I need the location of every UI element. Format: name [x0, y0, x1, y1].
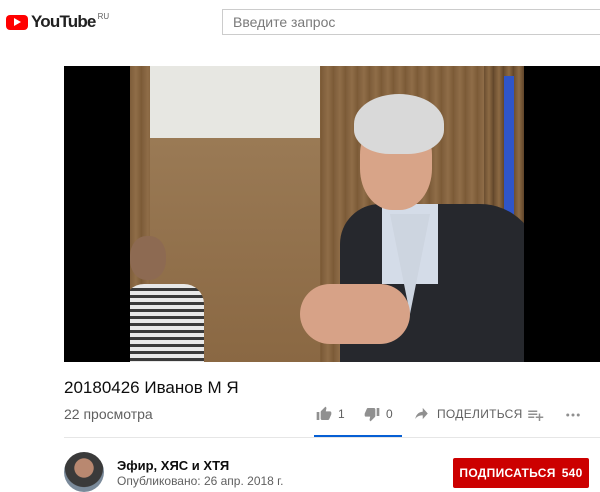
logo-region: RU: [97, 11, 110, 21]
share-button[interactable]: ПОДЕЛИТЬСЯ: [414, 406, 523, 421]
add-to-playlist-icon: [528, 410, 544, 421]
channel-avatar[interactable]: [64, 452, 104, 492]
divider: [64, 437, 600, 438]
add-to-playlist-button[interactable]: [526, 406, 544, 424]
channel-name[interactable]: Эфир, ХЯС и ХТЯ: [117, 458, 229, 473]
masthead: YouTube RU: [0, 0, 600, 44]
share-label: ПОДЕЛИТЬСЯ: [437, 406, 523, 421]
youtube-logo-icon: [6, 14, 28, 30]
logo-text: YouTube: [31, 12, 96, 31]
view-count: 22 просмотра: [64, 406, 153, 422]
video-owner: Эфир, ХЯС и ХТЯ Опубликовано: 26 апр. 20…: [64, 452, 600, 492]
like-button[interactable]: 1: [316, 406, 345, 422]
search-input[interactable]: [222, 9, 600, 35]
video-player[interactable]: [64, 66, 600, 362]
more-actions-button[interactable]: [564, 406, 582, 424]
dislike-count: 0: [386, 407, 393, 421]
subscriber-count: 540: [561, 466, 583, 480]
video-title: 20180426 Иванов М Я: [64, 378, 239, 397]
dislike-button[interactable]: 0: [364, 406, 393, 422]
youtube-logo[interactable]: YouTube RU: [6, 12, 109, 32]
share-icon: [415, 407, 428, 420]
more-icon: [566, 413, 580, 417]
subscribe-button[interactable]: ПОДПИСАТЬСЯ 540: [453, 458, 589, 488]
subscribe-label: ПОДПИСАТЬСЯ: [459, 466, 556, 480]
publish-date: Опубликовано: 26 апр. 2018 г.: [117, 474, 284, 488]
like-icon: [316, 406, 332, 420]
like-count: 1: [338, 407, 345, 421]
dislike-icon: [364, 408, 380, 422]
video-frame: [130, 66, 524, 362]
